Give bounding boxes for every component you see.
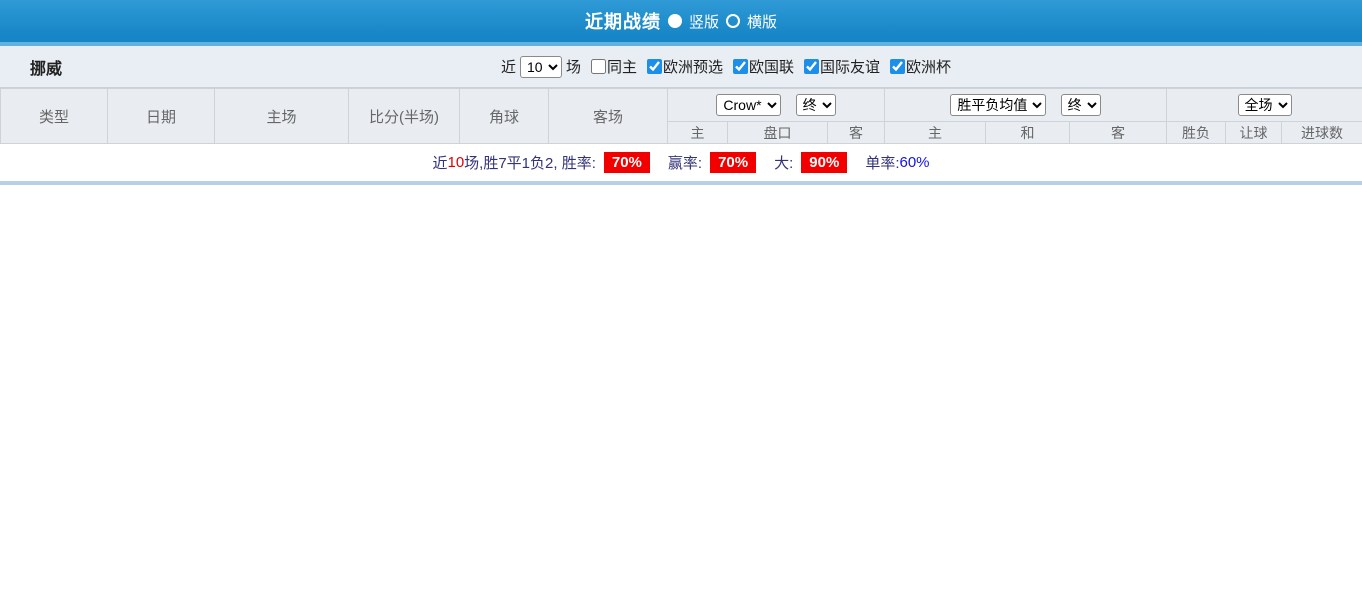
big-rate-badge: 90% bbox=[801, 152, 848, 173]
filter-controls: 近 10 场 同主 欧洲预选 欧国联 国际友谊 欧洲杯 bbox=[500, 55, 951, 78]
league-filter-euro-qualifiers[interactable]: 欧洲预选 bbox=[641, 56, 723, 77]
horizontal-layout-label[interactable]: 横版 bbox=[747, 11, 777, 32]
same-home-checkbox[interactable] bbox=[590, 59, 606, 74]
summary-bar: 近 10 场,胜7平1负2, 胜率: 70% 赢率: 70% 大: 90% 单率: … bbox=[0, 144, 1362, 181]
subheader-avg-draw: 和 bbox=[985, 121, 1070, 144]
same-home-filter[interactable]: 同主 bbox=[585, 56, 637, 77]
near-label: 近 bbox=[500, 59, 516, 76]
avg-group-header: 胜平负均值 终 bbox=[883, 88, 1168, 122]
title-bar: 近期战绩 竖版 横版 bbox=[0, 0, 1362, 46]
summary-count: 10 bbox=[447, 154, 465, 171]
scope-select[interactable]: 全场 bbox=[1237, 94, 1292, 116]
odds-period-select[interactable]: 终 bbox=[795, 94, 836, 116]
filter-bar: 挪威 近 10 场 同主 欧洲预选 欧国联 国际友谊 欧洲杯 bbox=[0, 46, 1362, 88]
subheader-avg-away: 客 bbox=[1068, 121, 1168, 144]
summary-stats-text: 场,胜7平1负2, 胜率: bbox=[464, 155, 596, 172]
avg-period-select[interactable]: 终 bbox=[1060, 94, 1101, 116]
euro-qualifiers-label[interactable]: 欧洲预选 bbox=[663, 56, 723, 77]
single-rate-value: 60% bbox=[899, 154, 930, 171]
header-row-top: 类型 日期 主场 比分(半场) 角球 客场 Crow* 终 胜平负均值 终 全场 bbox=[0, 88, 1362, 144]
handicap-rate-badge: 70% bbox=[710, 152, 757, 173]
euro-cup-checkbox[interactable] bbox=[890, 59, 906, 74]
scope-group-header: 全场 bbox=[1166, 88, 1362, 122]
horizontal-layout-radio[interactable] bbox=[726, 14, 740, 28]
panel-title: 近期战绩 bbox=[584, 12, 661, 32]
subheader-handicap: 盘口 bbox=[727, 121, 828, 144]
nations-league-checkbox[interactable] bbox=[733, 59, 748, 74]
big-rate-label: 大: bbox=[774, 155, 794, 172]
team-name: 挪威 bbox=[30, 60, 63, 78]
games-count-select[interactable]: 10 bbox=[519, 55, 562, 78]
friendly-checkbox[interactable] bbox=[804, 59, 820, 74]
league-filter-euro-cup[interactable]: 欧洲杯 bbox=[884, 56, 951, 77]
recent-results-panel: 近期战绩 竖版 横版 挪威 近 10 场 同主 欧洲预选 欧国联 国际友谊 欧洲… bbox=[0, 0, 1362, 595]
results-table: 类型 日期 主场 比分(半场) 角球 客场 Crow* 终 胜平负均值 终 全场… bbox=[0, 88, 1362, 144]
same-home-label[interactable]: 同主 bbox=[607, 56, 637, 77]
subheader-win-loss: 胜负 bbox=[1166, 121, 1227, 144]
col-header-date: 日期 bbox=[107, 88, 215, 144]
avg-type-select[interactable]: 胜平负均值 bbox=[950, 94, 1047, 116]
league-filter-friendly[interactable]: 国际友谊 bbox=[798, 56, 880, 77]
col-header-type: 类型 bbox=[0, 88, 108, 144]
vertical-layout-radio[interactable] bbox=[667, 14, 682, 28]
euro-qualifiers-checkbox[interactable] bbox=[646, 59, 662, 74]
bottom-divider bbox=[0, 181, 1362, 185]
odds-group-header: Crow* 终 bbox=[667, 88, 885, 122]
odds-company-select[interactable]: Crow* bbox=[716, 94, 782, 116]
euro-cup-label[interactable]: 欧洲杯 bbox=[906, 56, 951, 77]
subheader-goals: 进球数 bbox=[1281, 121, 1362, 144]
friendly-label[interactable]: 国际友谊 bbox=[820, 56, 880, 77]
subheader-handicap-result: 让球 bbox=[1225, 121, 1283, 144]
nations-league-label[interactable]: 欧国联 bbox=[749, 56, 794, 77]
col-header-corner: 角球 bbox=[459, 88, 549, 144]
subheader-odds-away: 客 bbox=[827, 121, 885, 144]
col-header-score: 比分(半场) bbox=[348, 88, 460, 144]
subheader-avg-home: 主 bbox=[884, 121, 986, 144]
league-filter-nations-league[interactable]: 欧国联 bbox=[727, 56, 794, 77]
summary-near-label: 近 bbox=[432, 155, 448, 172]
subheader-odds-home: 主 bbox=[667, 121, 728, 144]
handicap-rate-label: 赢率: bbox=[667, 155, 703, 172]
vertical-layout-label[interactable]: 竖版 bbox=[689, 11, 719, 32]
single-rate-label: 单率: bbox=[865, 155, 900, 172]
col-header-home: 主场 bbox=[214, 88, 349, 144]
games-label: 场 bbox=[565, 59, 581, 76]
col-header-away: 客场 bbox=[548, 88, 668, 144]
win-rate-badge: 70% bbox=[603, 152, 650, 173]
